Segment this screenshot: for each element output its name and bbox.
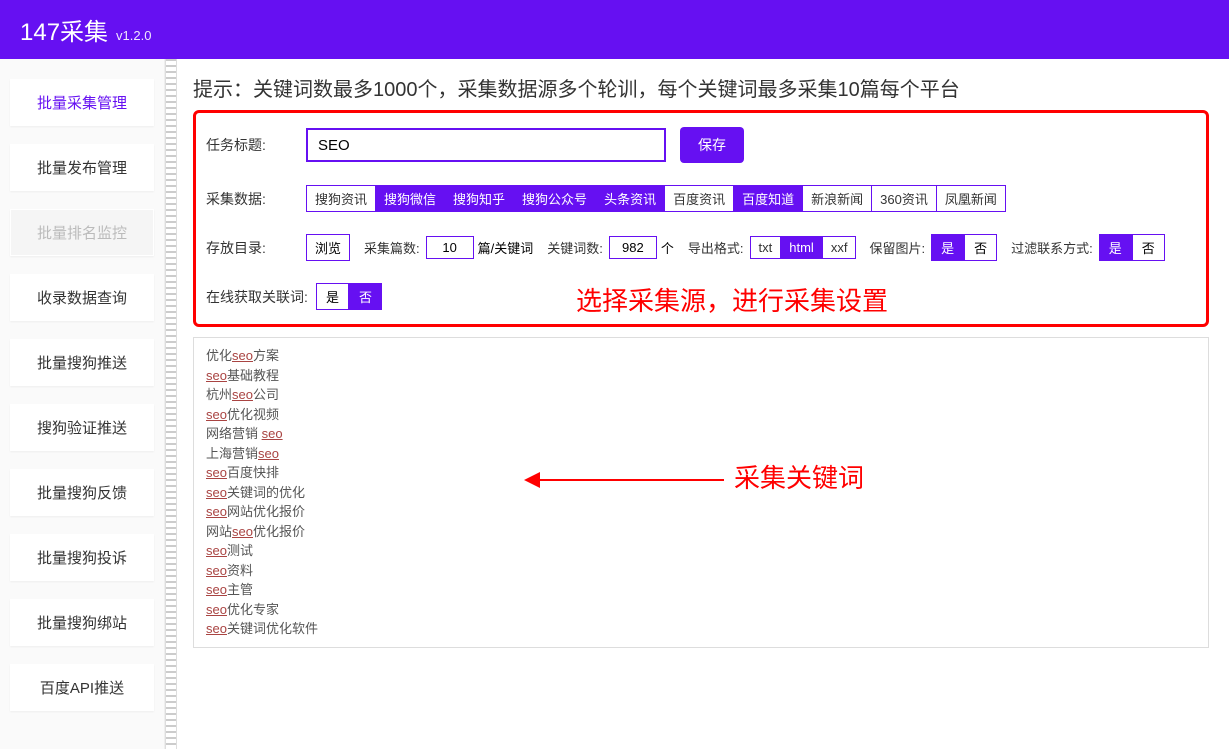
sources-row: 采集数据: 搜狗资讯搜狗微信搜狗知乎搜狗公众号头条资讯百度资讯百度知道新浪新闻3…	[206, 185, 1196, 212]
sidebar-item[interactable]: 百度API推送	[10, 664, 154, 711]
keepimg-toggle[interactable]: 是 否	[931, 234, 997, 261]
app-version: v1.2.0	[116, 28, 151, 43]
related-toggle[interactable]: 是 否	[316, 283, 382, 310]
kw-count-value: 982	[609, 236, 657, 259]
source-tag[interactable]: 搜狗资讯	[306, 185, 376, 212]
count-input[interactable]: 10	[426, 236, 474, 259]
source-tag[interactable]: 搜狗公众号	[513, 185, 596, 212]
format-tag[interactable]: html	[780, 236, 823, 259]
keyword-item: 杭州seo公司	[206, 385, 1196, 405]
keyword-item: seo基础教程	[206, 366, 1196, 386]
app-title: 147采集	[20, 12, 108, 47]
annotation-keywords: 采集关键词	[734, 458, 864, 495]
app-header: 147采集 v1.2.0	[0, 0, 1229, 59]
task-label: 任务标题:	[206, 135, 306, 155]
related-yes[interactable]: 是	[316, 283, 349, 310]
keyword-item: seo测试	[206, 541, 1196, 561]
task-row: 任务标题: 保存	[206, 127, 1196, 163]
export-label: 导出格式:	[688, 238, 744, 257]
store-label: 存放目录:	[206, 238, 306, 258]
source-tag[interactable]: 头条资讯	[595, 185, 665, 212]
task-title-input[interactable]	[306, 128, 666, 162]
sidebar-item[interactable]: 批量搜狗反馈	[10, 469, 154, 516]
sidebar-item[interactable]: 收录数据查询	[10, 274, 154, 321]
store-row: 存放目录: 浏览 采集篇数: 10 篇/关键词 关键词数: 982 个 导出格式…	[206, 234, 1196, 261]
kw-count-label: 关键词数:	[547, 238, 603, 257]
filter-no[interactable]: 否	[1132, 234, 1165, 261]
related-label: 在线获取关联词:	[206, 287, 316, 307]
related-no[interactable]: 否	[349, 283, 382, 310]
filter-yes[interactable]: 是	[1099, 234, 1132, 261]
format-tag[interactable]: xxf	[822, 236, 857, 259]
keyword-item: 上海营销seo	[206, 444, 1196, 464]
hint-text: 提示：关键词数最多1000个，采集数据源多个轮训，每个关键词最多采集10篇每个平…	[193, 73, 1209, 102]
source-tag[interactable]: 搜狗知乎	[444, 185, 514, 212]
annotation-config: 选择采集源，进行采集设置	[576, 281, 888, 318]
main-panel: 提示：关键词数最多1000个，采集数据源多个轮训，每个关键词最多采集10篇每个平…	[177, 59, 1229, 749]
keyword-item: 优化seo方案	[206, 346, 1196, 366]
filter-toggle[interactable]: 是 否	[1099, 234, 1165, 261]
source-tag[interactable]: 百度知道	[733, 185, 803, 212]
kw-unit: 个	[661, 238, 674, 257]
format-tag[interactable]: txt	[750, 236, 782, 259]
sidebar-item[interactable]: 批量采集管理	[10, 79, 154, 126]
keyword-item: seo关键词优化软件	[206, 619, 1196, 639]
sidebar-item[interactable]: 批量搜狗推送	[10, 339, 154, 386]
source-tag[interactable]: 百度资讯	[664, 185, 734, 212]
filter-label: 过滤联系方式:	[1011, 238, 1093, 257]
arrow-icon	[524, 470, 724, 490]
sidebar-item[interactable]: 批量搜狗投诉	[10, 534, 154, 581]
sidebar-item[interactable]: 批量发布管理	[10, 144, 154, 191]
sidebar-item[interactable]: 搜狗验证推送	[10, 404, 154, 451]
related-row: 在线获取关联词: 是 否 选择采集源，进行采集设置	[206, 283, 1196, 310]
source-tag[interactable]: 搜狗微信	[375, 185, 445, 212]
browse-button[interactable]: 浏览	[306, 234, 350, 261]
keyword-list-area: 优化seo方案seo基础教程杭州seo公司seo优化视频网络营销 seo上海营销…	[193, 337, 1209, 648]
save-button[interactable]: 保存	[680, 127, 744, 163]
keyword-item: 网站seo优化报价	[206, 522, 1196, 542]
sources-group: 搜狗资讯搜狗微信搜狗知乎搜狗公众号头条资讯百度资讯百度知道新浪新闻360资讯凤凰…	[306, 185, 1005, 212]
keyword-item: seo优化视频	[206, 405, 1196, 425]
keepimg-no[interactable]: 否	[964, 234, 997, 261]
sources-label: 采集数据:	[206, 189, 306, 209]
count-label: 采集篇数:	[364, 238, 420, 257]
keyword-item: seo优化专家	[206, 600, 1196, 620]
resize-handle[interactable]	[165, 59, 177, 749]
keepimg-label: 保留图片:	[869, 238, 925, 257]
keyword-item: seo网站优化报价	[206, 502, 1196, 522]
source-tag[interactable]: 新浪新闻	[802, 185, 872, 212]
config-box: 任务标题: 保存 采集数据: 搜狗资讯搜狗微信搜狗知乎搜狗公众号头条资讯百度资讯…	[193, 110, 1209, 327]
sidebar: 批量采集管理批量发布管理批量排名监控收录数据查询批量搜狗推送搜狗验证推送批量搜狗…	[0, 59, 165, 749]
format-group: txthtmlxxf	[750, 236, 856, 259]
source-tag[interactable]: 360资讯	[871, 185, 937, 212]
keyword-item: 网络营销 seo	[206, 424, 1196, 444]
source-tag[interactable]: 凤凰新闻	[936, 185, 1006, 212]
count-unit: 篇/关键词	[478, 238, 534, 257]
sidebar-item[interactable]: 批量搜狗绑站	[10, 599, 154, 646]
sidebar-item: 批量排名监控	[10, 209, 154, 256]
keyword-item: seo资料	[206, 561, 1196, 581]
keepimg-yes[interactable]: 是	[931, 234, 964, 261]
